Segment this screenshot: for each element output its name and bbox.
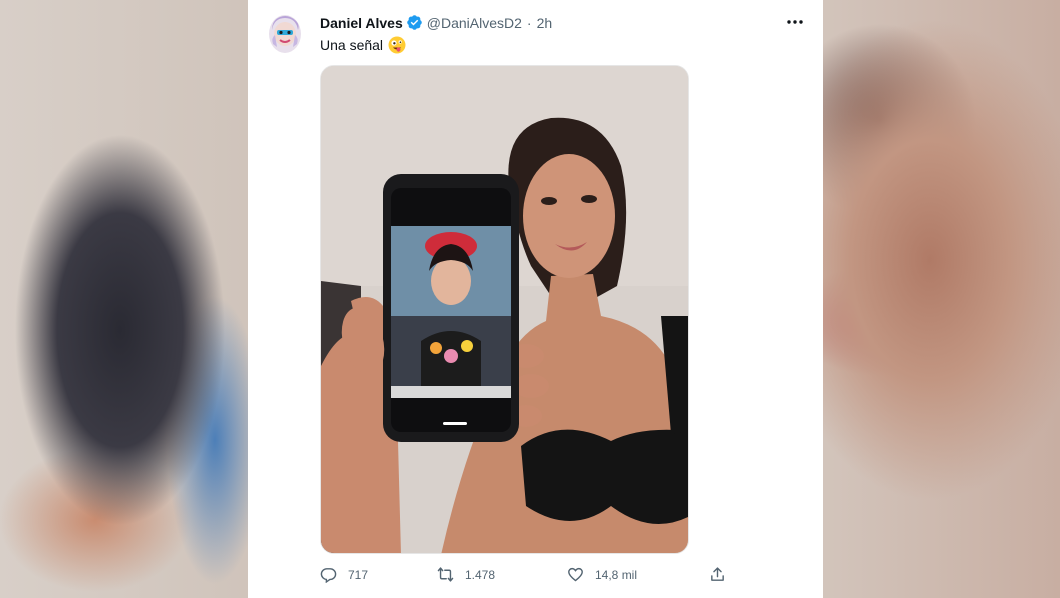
retweet-icon [437,567,454,582]
heart-icon [568,567,583,582]
avatar[interactable] [268,14,302,54]
tweet-photo[interactable] [320,65,689,554]
tweet-timestamp[interactable]: 2h [537,15,553,31]
author-handle[interactable]: @DaniAlvesD2 [427,15,522,31]
like-button[interactable]: 14,8 mil [567,566,637,583]
retweet-button[interactable]: 1.478 [437,566,495,583]
like-count: 14,8 mil [595,567,638,582]
share-icon [711,567,724,581]
separator-dot: · [526,14,532,31]
tweet-card[interactable]: Daniel Alves @DaniAlvesD2 · 2h Una señal [248,0,823,598]
tweet-body: Una señal [320,37,384,53]
tweet-header: Daniel Alves @DaniAlvesD2 · 2h [320,14,552,31]
verified-badge-icon [406,15,422,30]
reply-count: 717 [348,567,369,582]
tweet-text: Una señal [320,36,406,54]
zany-face-emoji [388,36,406,54]
more-horizontal-icon [787,20,803,24]
tweet-action-bar: 717 1.478 14,8 mil [320,566,740,588]
author-name[interactable]: Daniel Alves [320,15,403,31]
share-button[interactable] [709,566,737,583]
reply-button[interactable]: 717 [320,566,368,583]
more-options-button[interactable] [785,12,805,32]
photo-woman-holding-phone [321,66,688,553]
reply-icon [320,568,337,583]
retweet-count: 1.478 [465,567,496,582]
